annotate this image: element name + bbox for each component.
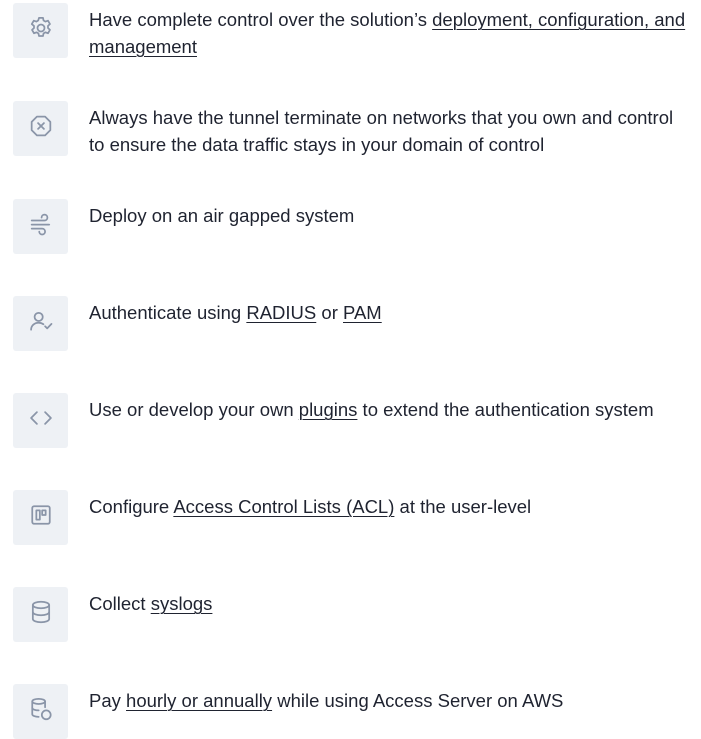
feature-text-part: Have complete control over the solution’… [89,9,433,30]
radius-link[interactable]: RADIUS [246,302,316,323]
gear-icon [27,14,55,47]
feature-text-part: Authenticate using [89,302,247,323]
feature-text-part: or [316,302,343,323]
feature-text: Pay hourly or annually while using Acces… [89,688,693,715]
database-coins-icon [27,695,55,728]
feature-text-part: Use or develop your own [89,399,299,420]
acl-link[interactable]: Access Control Lists (ACL) [173,496,394,517]
icon-container [13,587,68,642]
pam-link[interactable]: PAM [343,302,382,323]
feature-text: Use or develop your own plugins to exten… [89,397,693,424]
icon-container [13,684,68,739]
kanban-board-icon [27,501,55,534]
wind-icon [27,210,55,243]
icon-container [13,3,68,58]
icon-container [13,296,68,351]
feature-text: Always have the tunnel terminate on netw… [89,107,674,155]
pricing-link[interactable]: hourly or annually [126,690,272,711]
close-circle-icon [27,112,55,145]
feature-text-part: Collect [89,593,151,614]
feature-text-part: to extend the authentication system [357,399,654,420]
icon-container [13,199,68,254]
user-check-icon [27,307,55,340]
plugins-link[interactable]: plugins [299,399,358,420]
icon-container [13,490,68,545]
feature-text: Have complete control over the solution’… [89,7,693,60]
database-icon [27,598,55,631]
feature-text: Configure Access Control Lists (ACL) at … [89,494,693,521]
feature-text: Authenticate using RADIUS or PAM [89,300,693,327]
icon-container [13,393,68,448]
feature-text: Collect syslogs [89,591,693,618]
syslogs-link[interactable]: syslogs [151,593,213,614]
feature-text-part: Configure [89,496,174,517]
code-icon [27,404,55,437]
icon-container [13,101,68,156]
feature-text-part: while using Access Server on AWS [272,690,564,711]
feature-text-part: at the user-level [394,496,532,517]
feature-text-part: Pay [89,690,127,711]
feature-text: Deploy on an air gapped system [89,205,355,226]
